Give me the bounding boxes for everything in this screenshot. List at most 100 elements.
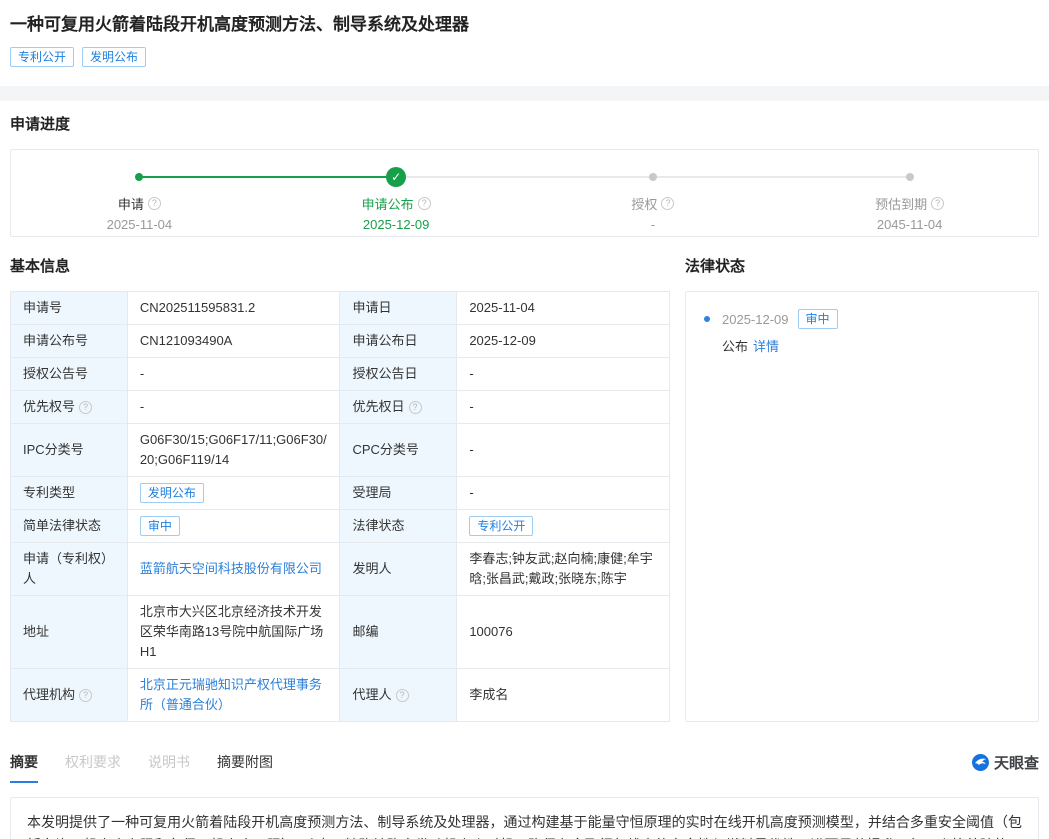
legal-status-tag: 专利公开	[469, 516, 533, 536]
help-icon[interactable]: ?	[661, 197, 674, 210]
progress-step-expiry: 预估到期 ? 2045-11-04	[781, 167, 1038, 232]
check-icon: ✓	[386, 167, 406, 187]
field-value: 北京市大兴区北京经济技术开发区荣华南路13号院中航国际广场H1	[127, 596, 340, 669]
field-label: 申请（专利权）人	[11, 543, 128, 596]
progress-step-publication: ✓ 申请公布 ? 2025-12-09	[268, 167, 525, 232]
field-label: 发明人	[340, 543, 457, 596]
field-label: CPC分类号	[340, 424, 457, 477]
table-row: IPC分类号 G06F30/15;G06F17/11;G06F30/20;G06…	[11, 424, 670, 477]
patent-tags: 专利公开 发明公布	[10, 47, 1039, 67]
basic-info-section: 基本信息 申请号 CN202511595831.2 申请日 2025-11-04…	[10, 237, 670, 722]
tianyancha-logo-icon	[972, 754, 989, 771]
help-icon[interactable]: ?	[148, 197, 161, 210]
field-label: 优先权号?	[11, 391, 128, 424]
field-label: 代理人?	[340, 669, 457, 722]
tianyancha-brand[interactable]: 天眼查	[972, 752, 1039, 773]
field-label: 受理局	[340, 477, 457, 510]
field-label: 优先权日?	[340, 391, 457, 424]
field-value: 北京正元瑞驰知识产权代理事务所（普通合伙）	[127, 669, 340, 722]
tag-patent-public: 专利公开	[10, 47, 74, 67]
basic-info-title: 基本信息	[10, 257, 670, 277]
simple-legal-status-tag: 审中	[140, 516, 180, 536]
field-value: -	[457, 477, 670, 510]
progress-timeline: 申请 ? 2025-11-04 ✓ 申请公布 ? 2025-12-09 授权 ?	[10, 149, 1039, 237]
page-header: 一种可复用火箭着陆段开机高度预测方法、制导系统及处理器 专利公开 发明公布	[0, 0, 1049, 67]
progress-section-title: 申请进度	[10, 115, 1039, 135]
field-label: 授权公告号	[11, 358, 128, 391]
abstract-panel: 本发明提供了一种可复用火箭着陆段开机高度预测方法、制导系统及处理器，通过构建基于…	[10, 797, 1039, 839]
tab-claims: 权利要求	[65, 752, 121, 781]
field-value: -	[127, 391, 340, 424]
field-value: 李春志;钟友武;赵向楠;康健;牟宇晗;张昌武;戴政;张晓东;陈宇	[457, 543, 670, 596]
field-value: CN121093490A	[127, 325, 340, 358]
field-label: 申请号	[11, 292, 128, 325]
abstract-text: 本发明提供了一种可复用火箭着陆段开机高度预测方法、制导系统及处理器，通过构建基于…	[27, 814, 1022, 839]
table-row: 优先权号? - 优先权日? -	[11, 391, 670, 424]
legal-status-title: 法律状态	[685, 257, 1039, 277]
field-label: 地址	[11, 596, 128, 669]
tag-invention-publish: 发明公布	[82, 47, 146, 67]
bullet-icon	[704, 316, 710, 322]
page-title: 一种可复用火箭着陆段开机高度预测方法、制导系统及处理器	[10, 12, 1039, 38]
field-label: 代理机构?	[11, 669, 128, 722]
table-row: 申请（专利权）人 蓝箭航天空间科技股份有限公司 发明人 李春志;钟友武;赵向楠;…	[11, 543, 670, 596]
legal-date: 2025-12-09	[722, 312, 789, 327]
table-row: 地址 北京市大兴区北京经济技术开发区荣华南路13号院中航国际广场H1 邮编 10…	[11, 596, 670, 669]
tab-description: 说明书	[148, 752, 190, 781]
patent-type-tag: 发明公布	[140, 483, 204, 503]
legal-item-status-tag: 审中	[798, 309, 838, 329]
tab-abstract-figure[interactable]: 摘要附图	[217, 752, 273, 781]
table-row: 代理机构? 北京正元瑞驰知识产权代理事务所（普通合伙） 代理人? 李成名	[11, 669, 670, 722]
field-value: 李成名	[457, 669, 670, 722]
brand-name: 天眼查	[994, 752, 1039, 773]
tab-abstract[interactable]: 摘要	[10, 752, 38, 783]
field-value: G06F30/15;G06F17/11;G06F30/20;G06F119/14	[127, 424, 340, 477]
help-icon[interactable]: ?	[931, 197, 944, 210]
field-value: -	[457, 391, 670, 424]
legal-action: 公布	[722, 339, 748, 354]
section-divider	[0, 86, 1049, 101]
application-progress-section: 申请进度 申请 ? 2025-11-04 ✓ 申请公布 ? 2025-12-09	[0, 115, 1049, 237]
help-icon[interactable]: ?	[409, 401, 422, 414]
field-value: -	[457, 424, 670, 477]
field-value: -	[127, 358, 340, 391]
help-icon[interactable]: ?	[79, 689, 92, 702]
table-row: 授权公告号 - 授权公告日 -	[11, 358, 670, 391]
field-label: 申请公布日	[340, 325, 457, 358]
field-label: 简单法律状态	[11, 510, 128, 543]
field-value: 审中	[127, 510, 340, 543]
help-icon[interactable]: ?	[418, 197, 431, 210]
table-row: 简单法律状态 审中 法律状态 专利公开	[11, 510, 670, 543]
table-row: 专利类型 发明公布 受理局 -	[11, 477, 670, 510]
field-label: 邮编	[340, 596, 457, 669]
progress-step-apply: 申请 ? 2025-11-04	[11, 167, 268, 232]
field-value: 专利公开	[457, 510, 670, 543]
field-label: 法律状态	[340, 510, 457, 543]
help-icon[interactable]: ?	[79, 401, 92, 414]
document-tabbar: 摘要 权利要求 说明书 摘要附图 天眼查	[10, 752, 1039, 783]
agency-link[interactable]: 北京正元瑞驰知识产权代理事务所（普通合伙）	[140, 677, 322, 712]
field-value: 蓝箭航天空间科技股份有限公司	[127, 543, 340, 596]
step-dot-icon	[906, 173, 914, 181]
help-icon[interactable]: ?	[396, 689, 409, 702]
field-label: 专利类型	[11, 477, 128, 510]
field-value: -	[457, 358, 670, 391]
field-value: 100076	[457, 596, 670, 669]
legal-status-section: 法律状态 2025-12-09 审中 公布详情	[685, 237, 1039, 722]
field-value: CN202511595831.2	[127, 292, 340, 325]
field-label: IPC分类号	[11, 424, 128, 477]
step-dot-icon	[135, 173, 143, 181]
field-value: 发明公布	[127, 477, 340, 510]
field-label: 申请日	[340, 292, 457, 325]
detail-link[interactable]: 详情	[753, 339, 779, 354]
field-label: 申请公布号	[11, 325, 128, 358]
table-row: 申请号 CN202511595831.2 申请日 2025-11-04	[11, 292, 670, 325]
table-row: 申请公布号 CN121093490A 申请公布日 2025-12-09	[11, 325, 670, 358]
field-label: 授权公告日	[340, 358, 457, 391]
applicant-link[interactable]: 蓝箭航天空间科技股份有限公司	[140, 561, 322, 576]
field-value: 2025-11-04	[457, 292, 670, 325]
legal-status-panel: 2025-12-09 审中 公布详情	[685, 291, 1039, 722]
step-dot-icon	[649, 173, 657, 181]
field-value: 2025-12-09	[457, 325, 670, 358]
progress-step-grant: 授权 ? -	[525, 167, 782, 232]
